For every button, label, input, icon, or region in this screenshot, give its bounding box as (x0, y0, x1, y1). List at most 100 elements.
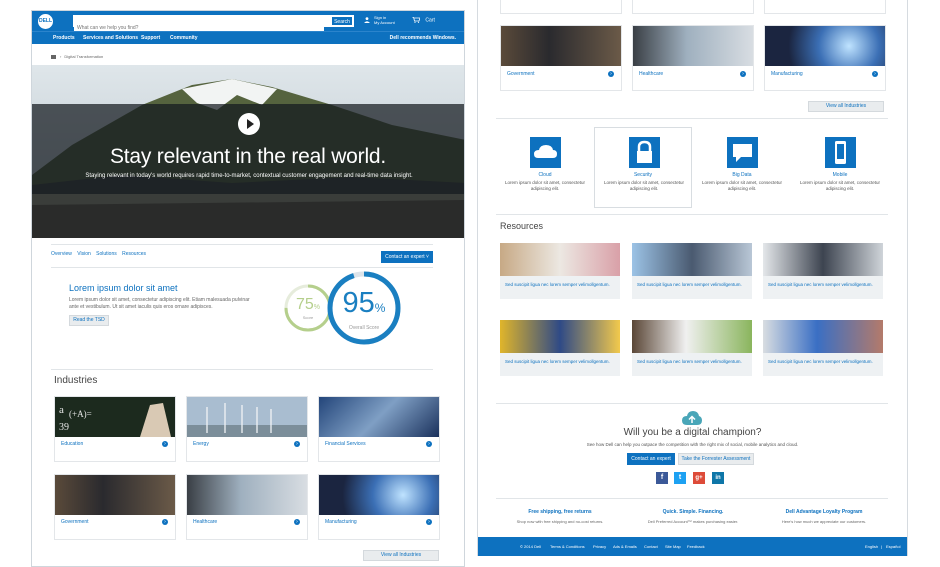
google-plus-icon[interactable]: g+ (693, 472, 705, 484)
feature-mobile[interactable]: Mobile Lorem ipsum dolor sit amet, conse… (791, 128, 889, 208)
footer-privacy[interactable]: Privacy (593, 544, 606, 549)
resource-card[interactable]: Sed suscipit ligua nec lorem semper veli… (763, 243, 883, 299)
industry-card-partial (764, 0, 886, 14)
search-button[interactable]: Search (331, 16, 353, 26)
government-image (55, 475, 175, 515)
arrow-right-icon: › (740, 71, 746, 77)
svg-text:(+A)=: (+A)= (69, 409, 92, 419)
right-page: Government › Healthcare › Manufacturing › V… (477, 0, 908, 556)
footer-contact[interactable]: Contact (644, 544, 658, 549)
industry-card-healthcare[interactable]: Healthcare › (632, 25, 754, 91)
industry-card-healthcare[interactable]: Healthcare › (186, 474, 308, 540)
champion-contact-button[interactable]: Contact an expert (627, 453, 675, 465)
read-tsd-button[interactable]: Read the TSD (69, 315, 109, 326)
overall-score-label: Overall Score (348, 325, 380, 331)
industry-card-government[interactable]: Government › (500, 25, 622, 91)
footer-copyright: © 2014 Dell (520, 544, 541, 549)
industry-card-government[interactable]: Government › (54, 474, 176, 540)
industry-card-manufacturing[interactable]: Manufacturing › (318, 474, 440, 540)
hero-title: Stay relevant in the real world. (109, 145, 387, 168)
feature-title: Security (633, 172, 653, 178)
home-icon[interactable] (51, 54, 56, 59)
footer-sitemap[interactable]: Site Map (665, 544, 681, 549)
nav-products[interactable]: Products (53, 35, 75, 41)
arrow-right-icon: › (426, 441, 432, 447)
footer-lang-spanish[interactable]: Español (886, 544, 900, 549)
footer-terms[interactable]: Terms & Conditions (550, 544, 585, 549)
search-box: Search (73, 15, 354, 33)
resource-card[interactable]: Sed suscipit ligua nec lorem semper veli… (763, 320, 883, 376)
resource-caption: Sed suscipit ligua nec lorem semper veli… (768, 282, 873, 287)
view-all-industries-button[interactable]: View all Industries (808, 101, 884, 112)
tab-overview[interactable]: Overview (51, 251, 72, 257)
promo-title: Dell Advantage Loyalty Program (785, 509, 863, 515)
industry-card-partial (632, 0, 754, 14)
healthcare-image (187, 475, 307, 515)
nav-windows[interactable]: Dell recommends Windows. (390, 35, 456, 41)
industry-label: Energy (193, 441, 209, 447)
arrow-right-icon: › (162, 441, 168, 447)
promo-shipping[interactable]: Free shipping, free returns Shop now wit… (490, 509, 630, 524)
industry-card-education[interactable]: a (+A)= 39 Education › (54, 396, 176, 462)
footer-lang-english[interactable]: English (865, 544, 878, 549)
industry-card-financial[interactable]: Financial Services › (318, 396, 440, 462)
tab-resources[interactable]: Resources (122, 251, 146, 257)
feature-big-data[interactable]: Big Data Lorem ipsum dolor sit amet, con… (693, 128, 791, 208)
industry-card-manufacturing[interactable]: Manufacturing › (764, 25, 886, 91)
overall-score-value: 95% (342, 287, 386, 319)
feature-security[interactable]: Security Lorem ipsum dolor sit amet, con… (594, 127, 692, 208)
promo-financing[interactable]: Quick. Simple. Financing. Dell Preferred… (623, 509, 763, 524)
industry-label: Manufacturing (771, 71, 803, 77)
tab-vision[interactable]: Vision (77, 251, 91, 257)
linkedin-icon[interactable]: in (712, 472, 724, 484)
government-image (501, 26, 621, 66)
account-link[interactable]: Sign in My Account (364, 15, 395, 27)
forrester-assessment-button[interactable]: Take the Forrester Assessment (678, 453, 754, 465)
promo-loyalty[interactable]: Dell Advantage Loyalty Program Here's ho… (754, 509, 894, 524)
view-all-industries-button[interactable]: View all Industries (363, 550, 439, 561)
promo-desc: Dell Preferred Account™ makes purchasing… (647, 519, 739, 524)
twitter-icon[interactable]: t (674, 472, 686, 484)
feature-cloud[interactable]: Cloud Lorem ipsum dolor sit amet, consec… (496, 128, 594, 208)
intro-body: Lorem ipsum dolor sit amet, consectetur … (69, 297, 250, 310)
tab-solutions[interactable]: Solutions (96, 251, 117, 257)
manufacturing-image (765, 26, 885, 66)
resource-card[interactable]: Sed suscipit ligua nec lorem semper veli… (632, 320, 752, 376)
resource-card[interactable]: Sed suscipit ligua nec lorem semper veli… (500, 243, 620, 299)
feature-title: Mobile (832, 172, 848, 178)
play-icon[interactable] (238, 113, 260, 135)
resource-card[interactable]: Sed suscipit ligua nec lorem semper veli… (500, 320, 620, 376)
contact-expert-button[interactable]: Contact an expert ˅ (381, 251, 433, 263)
intro-title: Lorem ipsum dolor sit amet (69, 283, 178, 293)
nav-support[interactable]: Support (141, 35, 160, 41)
arrow-right-icon: › (872, 71, 878, 77)
nav-services[interactable]: Services and Solutions (83, 35, 138, 41)
cart-link[interactable]: Cart (412, 17, 435, 23)
footer-feedback[interactable]: Feedback (687, 544, 705, 549)
industry-label: Financial Services (325, 441, 366, 447)
champion-title: Will you be a digital champion? (623, 427, 762, 438)
healthcare-image (633, 26, 753, 66)
industry-label: Healthcare (639, 71, 664, 77)
svg-text:39: 39 (59, 422, 69, 433)
industry-card-energy[interactable]: Energy › (186, 396, 308, 462)
facebook-icon[interactable]: f (656, 472, 668, 484)
industry-label: Healthcare (193, 519, 218, 525)
resource-caption: Sed suscipit ligua nec lorem semper veli… (637, 282, 742, 287)
promo-title: Quick. Simple. Financing. (662, 509, 724, 515)
industry-label: Education (61, 441, 84, 447)
left-page: DELL Search Sign in My Account Cart Prod… (31, 10, 465, 567)
cloud-upload-icon (682, 411, 702, 425)
energy-image (187, 397, 307, 437)
nav-community[interactable]: Community (170, 35, 198, 41)
cart-label: Cart (425, 17, 435, 24)
user-icon (364, 17, 370, 23)
footer-ads[interactable]: Ads & Emails (613, 544, 637, 549)
feature-desc: Lorem ipsum dolor sit amet, consectetur … (701, 180, 783, 191)
dell-logo[interactable]: DELL (38, 14, 53, 29)
mobile-phone-icon (825, 137, 856, 168)
resource-card[interactable]: Sed suscipit ligua nec lorem semper veli… (632, 243, 752, 299)
promo-desc: Shop now with free shipping and no-cost … (516, 519, 604, 524)
resource-caption: Sed suscipit ligua nec lorem semper veli… (505, 359, 610, 364)
industries-title: Industries (54, 375, 98, 386)
